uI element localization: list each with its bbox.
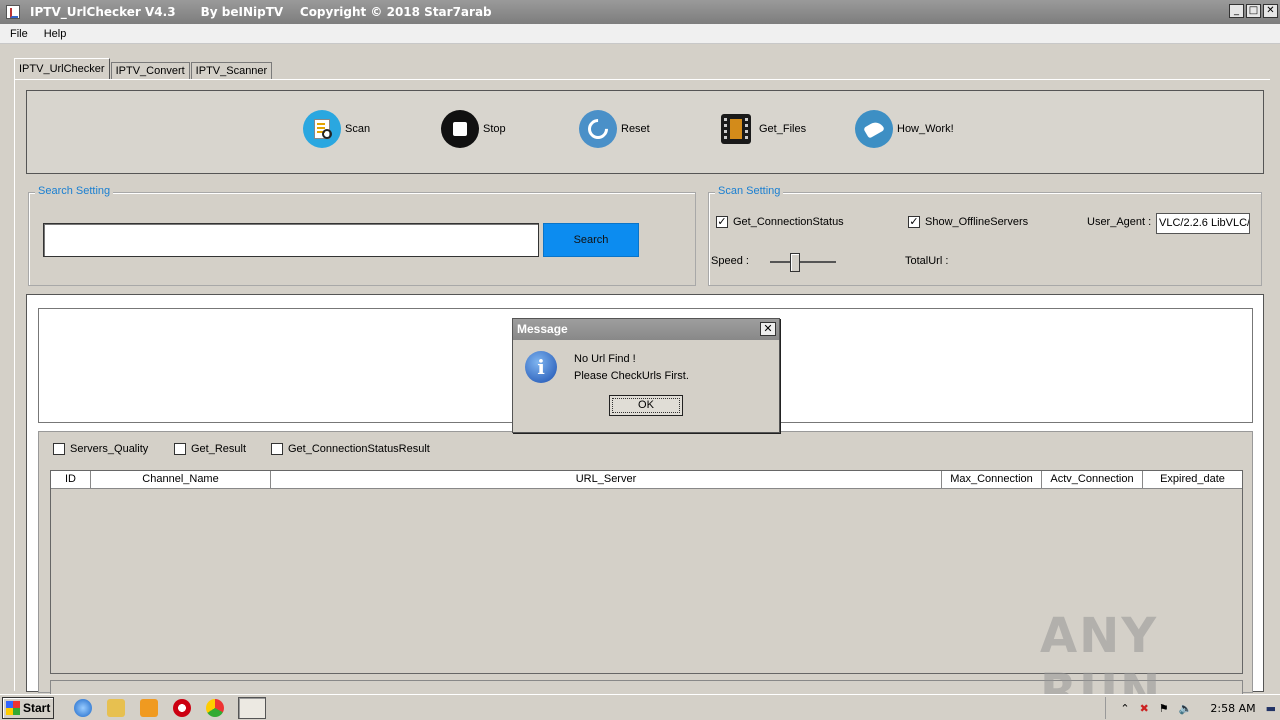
- speed-slider-track[interactable]: [770, 261, 836, 263]
- tray-chevron-icon[interactable]: ⌃: [1120, 702, 1129, 715]
- user-agent-label: User_Agent :: [1087, 216, 1152, 228]
- checkbox-empty-icon: [174, 443, 186, 455]
- table-header: ID Channel_Name URL_Server Max_Connectio…: [51, 471, 1242, 489]
- scan-setting-legend: Scan Setting: [715, 185, 784, 197]
- column-header-channel-name[interactable]: Channel_Name: [91, 471, 271, 488]
- message-dialog: Message ✕ i No Url Find ! Please CheckUr…: [512, 318, 780, 433]
- scan-setting-group: Scan Setting ✓ Get_ConnectionStatus ✓ Sh…: [708, 185, 1262, 286]
- menu-file[interactable]: File: [4, 28, 34, 40]
- tray-volume-icon[interactable]: 🔈: [1179, 702, 1193, 715]
- info-icon: i: [525, 351, 557, 383]
- media-player-icon[interactable]: [140, 698, 158, 717]
- column-header-actv-connection[interactable]: Actv_Connection: [1042, 471, 1143, 488]
- get-connection-status-result-checkbox[interactable]: Get_ConnectionStatusResult: [271, 443, 430, 455]
- minimize-button[interactable]: _: [1229, 4, 1244, 18]
- tab-iptv-urlchecker[interactable]: IPTV_UrlChecker: [14, 58, 110, 80]
- dialog-message-line2: Please CheckUrls First.: [574, 370, 689, 382]
- start-button[interactable]: Start: [2, 696, 54, 719]
- chrome-icon[interactable]: [206, 698, 224, 717]
- column-header-expired-date[interactable]: Expired_date: [1143, 471, 1242, 488]
- maximize-button[interactable]: □: [1246, 4, 1261, 18]
- dialog-message-line1: No Url Find !: [574, 353, 636, 365]
- taskbar: Start ⌃ ✖ ⚑ 🔈 2:58 AM ▬: [0, 694, 1280, 720]
- stop-icon: [441, 110, 479, 148]
- search-button[interactable]: Search: [543, 223, 639, 257]
- file-explorer-icon[interactable]: [107, 698, 125, 717]
- search-setting-legend: Search Setting: [35, 185, 114, 197]
- close-button[interactable]: ✕: [1263, 4, 1278, 18]
- tab-iptv-scanner[interactable]: IPTV_Scanner: [190, 62, 273, 80]
- windows-logo-icon: [6, 700, 20, 715]
- action-toolbar: Scan Stop Reset Get_Files How_Work!: [26, 90, 1264, 174]
- dialog-ok-button[interactable]: OK: [609, 395, 683, 416]
- show-desktop-icon[interactable]: ▬: [1266, 702, 1276, 715]
- taskbar-java-app-button[interactable]: [238, 696, 266, 719]
- search-setting-group: Search Setting Search: [28, 185, 696, 286]
- window-controls: _ □ ✕: [1229, 4, 1278, 18]
- tray-flag-icon[interactable]: ⚑: [1159, 702, 1169, 715]
- checkbox-checked-icon: ✓: [716, 215, 728, 228]
- lamp-icon: [855, 110, 893, 148]
- java-app-icon: [6, 5, 20, 19]
- clock[interactable]: 2:58 AM: [1210, 702, 1255, 715]
- column-header-url-server[interactable]: URL_Server: [271, 471, 942, 488]
- start-label: Start: [23, 700, 51, 715]
- scan-button[interactable]: Scan: [303, 109, 370, 149]
- film-icon: [717, 110, 755, 148]
- system-tray: ⌃ ✖ ⚑ 🔈 2:58 AM ▬: [1105, 697, 1280, 719]
- how-work-button[interactable]: How_Work!: [855, 109, 954, 149]
- search-input[interactable]: [43, 223, 539, 257]
- reset-button[interactable]: Reset: [579, 109, 650, 149]
- dialog-title: Message: [513, 319, 779, 340]
- tab-iptv-convert[interactable]: IPTV_Convert: [110, 62, 190, 80]
- get-connection-status-result-label: Get_ConnectionStatusResult: [288, 443, 430, 455]
- servers-quality-label: Servers_Quality: [70, 443, 149, 455]
- reset-icon: [579, 110, 617, 148]
- how-work-label: How_Work!: [897, 123, 954, 135]
- stop-label: Stop: [483, 123, 506, 135]
- window-title: IPTV_UrlChecker V4.3 By beINipTV Copyrig…: [30, 5, 492, 19]
- get-connection-status-label: Get_ConnectionStatus: [733, 216, 844, 228]
- show-offline-servers-label: Show_OfflineServers: [925, 216, 1029, 228]
- checkbox-empty-icon: [53, 443, 65, 455]
- reset-label: Reset: [621, 123, 650, 135]
- get-connection-status-checkbox[interactable]: ✓ Get_ConnectionStatus: [716, 216, 844, 228]
- checkbox-empty-icon: [271, 443, 283, 455]
- get-result-label: Get_Result: [191, 443, 247, 455]
- column-header-max-connection[interactable]: Max_Connection: [942, 471, 1042, 488]
- servers-quality-checkbox[interactable]: Servers_Quality: [53, 443, 148, 455]
- speed-label: Speed :: [711, 255, 749, 267]
- show-offline-servers-checkbox[interactable]: ✓ Show_OfflineServers: [908, 216, 1028, 228]
- user-agent-input[interactable]: VLC/2.2.6 LibVLC/2.2.6: [1156, 213, 1250, 234]
- get-result-checkbox[interactable]: Get_Result: [174, 443, 246, 455]
- checkbox-checked-icon: ✓: [908, 215, 920, 228]
- dialog-close-button[interactable]: ✕: [760, 322, 776, 336]
- menu-bar: File Help: [0, 24, 1280, 44]
- get-files-label: Get_Files: [759, 123, 807, 135]
- internet-explorer-icon[interactable]: [74, 698, 92, 717]
- total-url-label: TotalUrl :: [905, 255, 949, 267]
- column-header-id[interactable]: ID: [51, 471, 91, 488]
- get-files-button[interactable]: Get_Files: [717, 109, 806, 149]
- speed-slider-thumb[interactable]: [790, 253, 800, 272]
- opera-icon[interactable]: [173, 698, 191, 717]
- scan-icon: [303, 110, 341, 148]
- tab-strip: IPTV_UrlChecker IPTV_Convert IPTV_Scanne…: [14, 58, 273, 80]
- scan-label: Scan: [345, 123, 371, 135]
- tray-network-icon[interactable]: ✖: [1140, 702, 1149, 715]
- stop-button[interactable]: Stop: [441, 109, 506, 149]
- menu-help[interactable]: Help: [38, 28, 73, 40]
- window-title-bar: IPTV_UrlChecker V4.3 By beINipTV Copyrig…: [0, 0, 1280, 24]
